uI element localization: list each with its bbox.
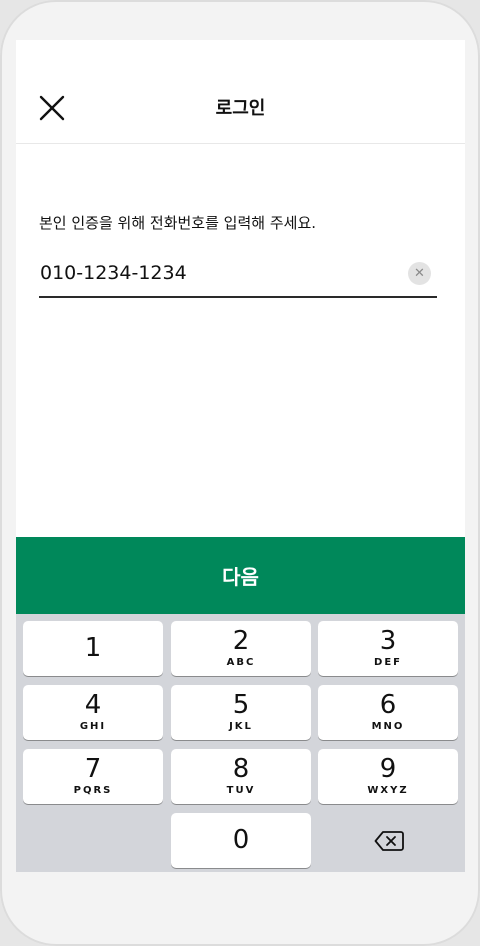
- key-9[interactable]: 9 WXYZ: [318, 749, 458, 804]
- app-screen: 로그인 본인 인증을 위해 전화번호를 입력해 주세요. ✕ 다음 1 2 AB…: [16, 40, 465, 872]
- key-digit: 7: [84, 754, 102, 784]
- key-letters: DEF: [374, 657, 402, 668]
- next-button[interactable]: 다음: [16, 537, 465, 614]
- key-digit: 4: [84, 690, 102, 720]
- backspace-icon: [374, 830, 404, 851]
- key-7[interactable]: 7 PQRS: [23, 749, 163, 804]
- header: 로그인: [16, 40, 465, 144]
- phone-field: ✕: [39, 254, 437, 298]
- key-5[interactable]: 5 JKL: [171, 685, 311, 740]
- key-letters: GHI: [79, 721, 107, 732]
- instruction-text: 본인 인증을 위해 전화번호를 입력해 주세요.: [39, 214, 317, 232]
- key-0[interactable]: 0: [171, 813, 311, 868]
- key-digit: 2: [232, 626, 250, 656]
- key-8[interactable]: 8 TUV: [171, 749, 311, 804]
- key-digit: 8: [232, 754, 250, 784]
- key-1[interactable]: 1: [23, 621, 163, 676]
- key-4[interactable]: 4 GHI: [23, 685, 163, 740]
- clear-icon: ✕: [414, 266, 425, 281]
- phone-input[interactable]: [40, 262, 390, 284]
- page-title: 로그인: [215, 98, 266, 119]
- key-letters: PQRS: [73, 785, 113, 796]
- key-letters: ABC: [226, 657, 256, 668]
- key-letters: JKL: [229, 721, 253, 732]
- key-digit: 5: [232, 690, 250, 720]
- key-2[interactable]: 2 ABC: [171, 621, 311, 676]
- device-frame: 로그인 본인 인증을 위해 전화번호를 입력해 주세요. ✕ 다음 1 2 AB…: [0, 0, 480, 946]
- backspace-button[interactable]: [319, 813, 459, 868]
- key-digit: 0: [232, 825, 250, 855]
- key-3[interactable]: 3 DEF: [318, 621, 458, 676]
- key-digit: 9: [379, 754, 397, 784]
- key-digit: 3: [379, 626, 397, 656]
- clear-button[interactable]: ✕: [408, 262, 431, 285]
- key-letters: WXYZ: [367, 785, 409, 796]
- key-digit: 1: [84, 633, 102, 663]
- key-letters: MNO: [371, 721, 405, 732]
- key-6[interactable]: 6 MNO: [318, 685, 458, 740]
- key-digit: 6: [379, 690, 397, 720]
- key-letters: TUV: [226, 785, 256, 796]
- numeric-keypad: 1 2 ABC 3 DEF 4 GHI 5 JKL 6 MNO 7 PQRS 8…: [16, 614, 465, 872]
